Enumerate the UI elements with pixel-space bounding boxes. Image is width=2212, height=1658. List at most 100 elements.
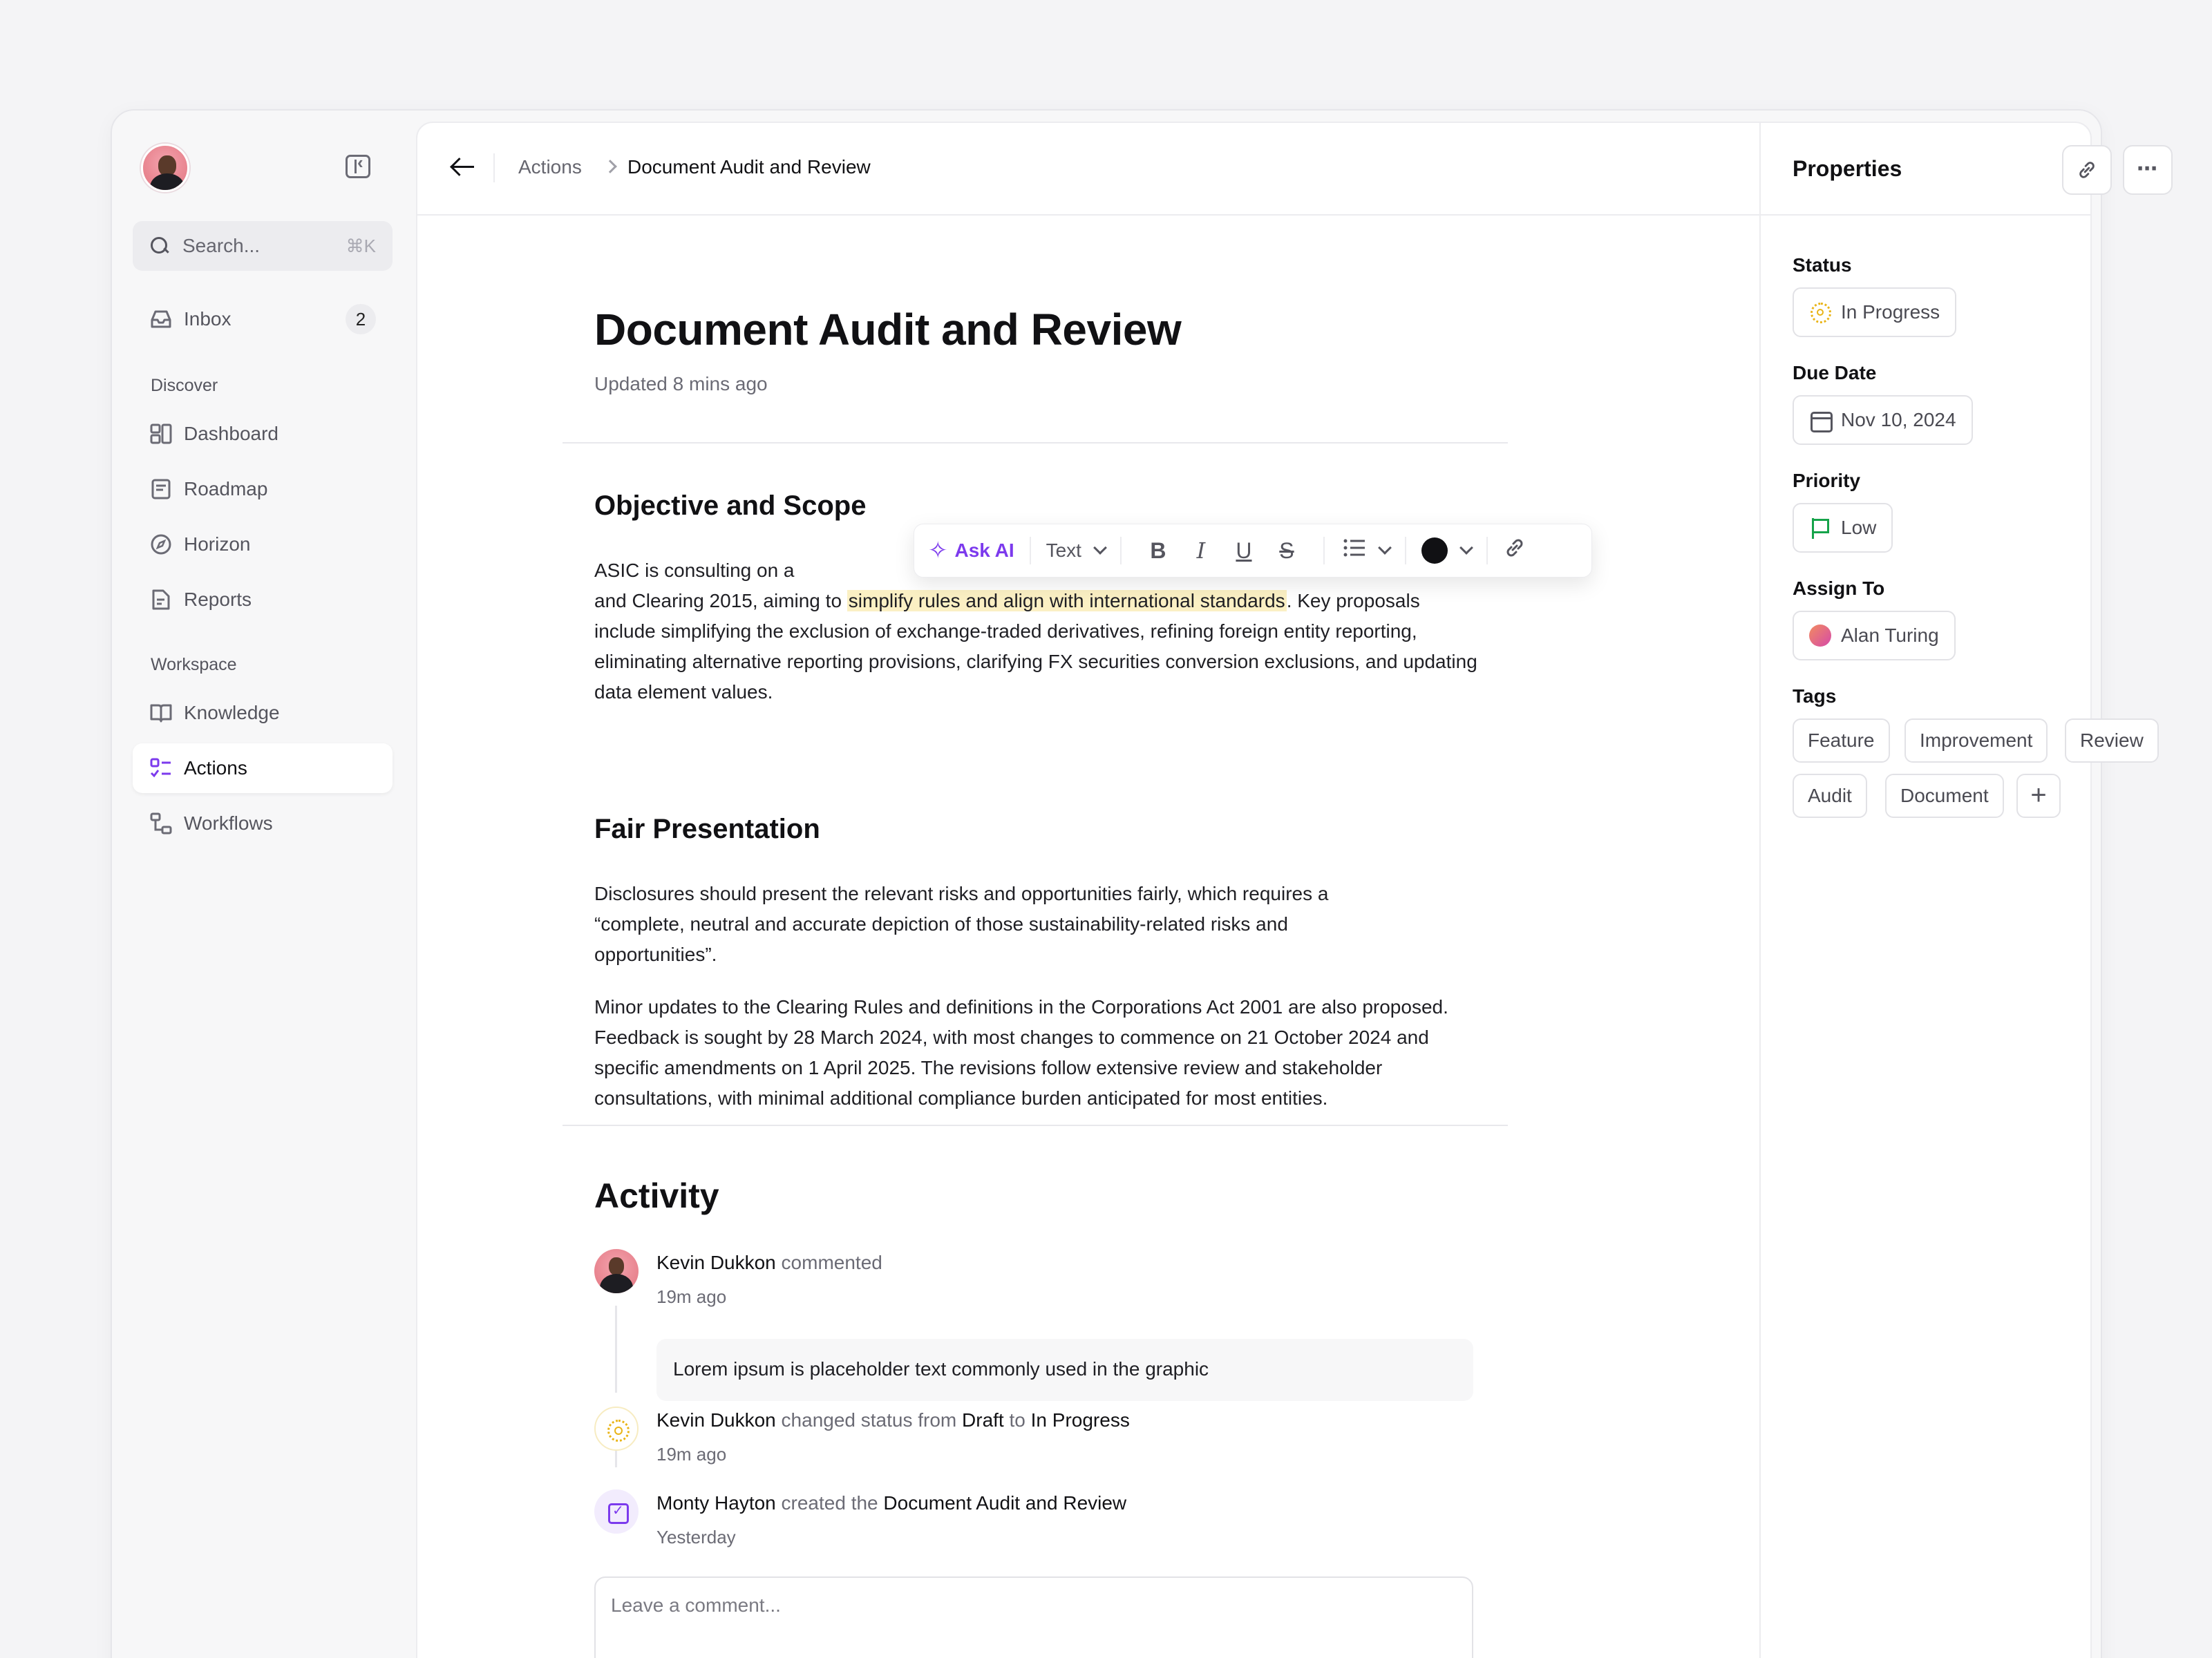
due-date-value: Nov 10, 2024 — [1841, 409, 1956, 430]
tags-label: Tags — [1793, 685, 1837, 707]
status-value: In Progress — [1841, 301, 1940, 323]
sidebar-item-label: Inbox — [184, 308, 231, 330]
activity-action: created the — [775, 1492, 884, 1514]
breadcrumb-parent[interactable]: Actions — [518, 156, 582, 178]
chevron-down-icon — [1459, 541, 1473, 555]
bold-button[interactable]: B — [1141, 538, 1175, 564]
report-icon — [149, 588, 173, 611]
tag-chip[interactable]: Audit — [1793, 774, 1867, 818]
comment-placeholder: Leave a comment... — [611, 1594, 781, 1616]
due-date-label: Due Date — [1793, 362, 1877, 383]
activity-target[interactable]: Document Audit and Review — [883, 1492, 1126, 1514]
activity-item-text: Kevin Dukkon changed status from Draft t… — [656, 1409, 1130, 1431]
sidebar-item-workflows[interactable]: Workflows — [133, 799, 393, 848]
inbox-count-badge: 2 — [346, 304, 376, 334]
status-change-icon — [594, 1407, 639, 1451]
search-input[interactable]: Search... ⌘K — [133, 221, 393, 271]
activity-item-text: Monty Hayton created the Document Audit … — [656, 1492, 1126, 1514]
sidebar-item-label: Roadmap — [184, 478, 268, 499]
document-created-icon — [594, 1489, 639, 1534]
section-discover: Discover — [151, 376, 218, 395]
section-heading[interactable]: Objective and Scope — [594, 490, 866, 522]
divider — [563, 1125, 1508, 1126]
activity-actor[interactable]: Kevin Dukkon — [656, 1252, 776, 1273]
priority-value: Low — [1841, 517, 1877, 538]
back-arrow-icon[interactable] — [449, 153, 477, 181]
status-select[interactable]: In Progress — [1793, 287, 1957, 337]
activity-action: changed status from — [775, 1409, 963, 1431]
dashboard-icon — [149, 422, 173, 446]
sidebar-item-label: Horizon — [184, 533, 251, 555]
activity-item-text: Kevin Dukkon commented — [656, 1252, 882, 1274]
list-icon — [1343, 537, 1366, 564]
user-avatar[interactable] — [141, 144, 189, 192]
sidebar-item-knowledge[interactable]: Knowledge — [133, 688, 393, 738]
activity-actor[interactable]: Monty Hayton — [656, 1492, 776, 1514]
highlighted-text[interactable]: simplify rules and align with internatio… — [847, 590, 1287, 611]
collapse-sidebar-icon[interactable] — [346, 152, 370, 178]
list-dropdown[interactable] — [1343, 537, 1392, 564]
ask-ai-button[interactable]: ✧ Ask AI — [928, 537, 1014, 564]
comment-input[interactable]: Leave a comment... — [594, 1576, 1473, 1658]
sidebar-item-reports[interactable]: Reports — [133, 575, 393, 625]
tag-chip[interactable]: Review — [2065, 718, 2159, 763]
sidebar-item-dashboard[interactable]: Dashboard — [133, 409, 393, 459]
sidebar-item-label: Dashboard — [184, 423, 278, 444]
underline-button[interactable]: U — [1227, 538, 1261, 564]
sidebar-item-actions[interactable]: Actions — [133, 743, 393, 793]
strikethrough-button[interactable]: S — [1269, 538, 1304, 564]
app-window: Search... ⌘K Inbox 2 Discover Dashboard … — [111, 109, 2173, 1658]
sidebar-item-label: Reports — [184, 589, 252, 610]
link-icon[interactable] — [1503, 536, 1526, 566]
priority-select[interactable]: Low — [1793, 503, 1893, 553]
sparkle-icon: ✧ — [928, 537, 948, 564]
avatar[interactable] — [594, 1249, 639, 1293]
section-paragraph[interactable]: ASIC is consulting on a2024 and Clearing… — [594, 555, 1479, 707]
priority-label: Priority — [1793, 470, 1861, 491]
more-options-button[interactable]: ⋯ — [2123, 145, 2173, 195]
text-style-dropdown[interactable]: Text — [1046, 540, 1107, 562]
toolbar-divider — [1486, 537, 1488, 564]
paragraph-line-start: ASIC is consulting on a — [594, 560, 795, 581]
activity-time: 19m ago — [656, 1444, 727, 1465]
sidebar-item-horizon[interactable]: Horizon — [133, 520, 393, 569]
color-swatch — [1421, 537, 1448, 564]
tag-chip[interactable]: Feature — [1793, 718, 1890, 763]
sidebar-item-inbox[interactable]: Inbox 2 — [133, 294, 393, 344]
assignee-select[interactable]: Alan Turing — [1793, 611, 1956, 660]
section-paragraph[interactable]: Minor updates to the Clearing Rules and … — [594, 992, 1479, 1114]
main-panel: Actions Document Audit and Review Docume… — [416, 122, 2173, 1658]
activity-time: 19m ago — [656, 1286, 727, 1307]
copy-link-button[interactable] — [2062, 145, 2112, 195]
assignee-value: Alan Turing — [1841, 625, 1939, 646]
section-paragraph[interactable]: Disclosures should present the relevant … — [594, 879, 1410, 970]
compass-icon — [149, 533, 173, 556]
text-style-label: Text — [1046, 540, 1081, 561]
search-icon — [149, 236, 170, 256]
chevron-down-icon — [1093, 541, 1107, 555]
sidebar-item-label: Workflows — [184, 812, 273, 834]
timeline-connector — [615, 1306, 617, 1393]
section-heading[interactable]: Fair Presentation — [594, 814, 820, 845]
updated-timestamp: Updated 8 mins ago — [594, 373, 768, 394]
inbox-icon — [149, 307, 173, 331]
add-tag-button[interactable]: + — [2016, 774, 2061, 818]
paragraph-text: . Key — [1286, 590, 1331, 611]
due-date-picker[interactable]: Nov 10, 2024 — [1793, 395, 1973, 445]
sidebar-item-roadmap[interactable]: Roadmap — [133, 464, 393, 514]
activity-time: Yesterday — [656, 1527, 736, 1547]
comment-bubble: Lorem ipsum is placeholder text commonly… — [656, 1339, 1473, 1401]
status-from: Draft — [962, 1409, 1004, 1431]
italic-button[interactable]: I — [1184, 537, 1218, 564]
page-title[interactable]: Document Audit and Review — [594, 304, 1182, 355]
sidebar-item-label: Actions — [184, 757, 247, 779]
activity-actor[interactable]: Kevin Dukkon — [656, 1409, 776, 1431]
flag-icon — [1809, 517, 1831, 539]
text-color-dropdown[interactable] — [1421, 537, 1473, 564]
checklist-icon — [149, 756, 173, 780]
tag-chip[interactable]: Improvement — [1904, 718, 2048, 763]
toolbar-divider — [1029, 537, 1031, 564]
calendar-icon — [1809, 409, 1833, 432]
timeline-connector — [615, 1451, 617, 1467]
tag-chip[interactable]: Document — [1885, 774, 2004, 818]
